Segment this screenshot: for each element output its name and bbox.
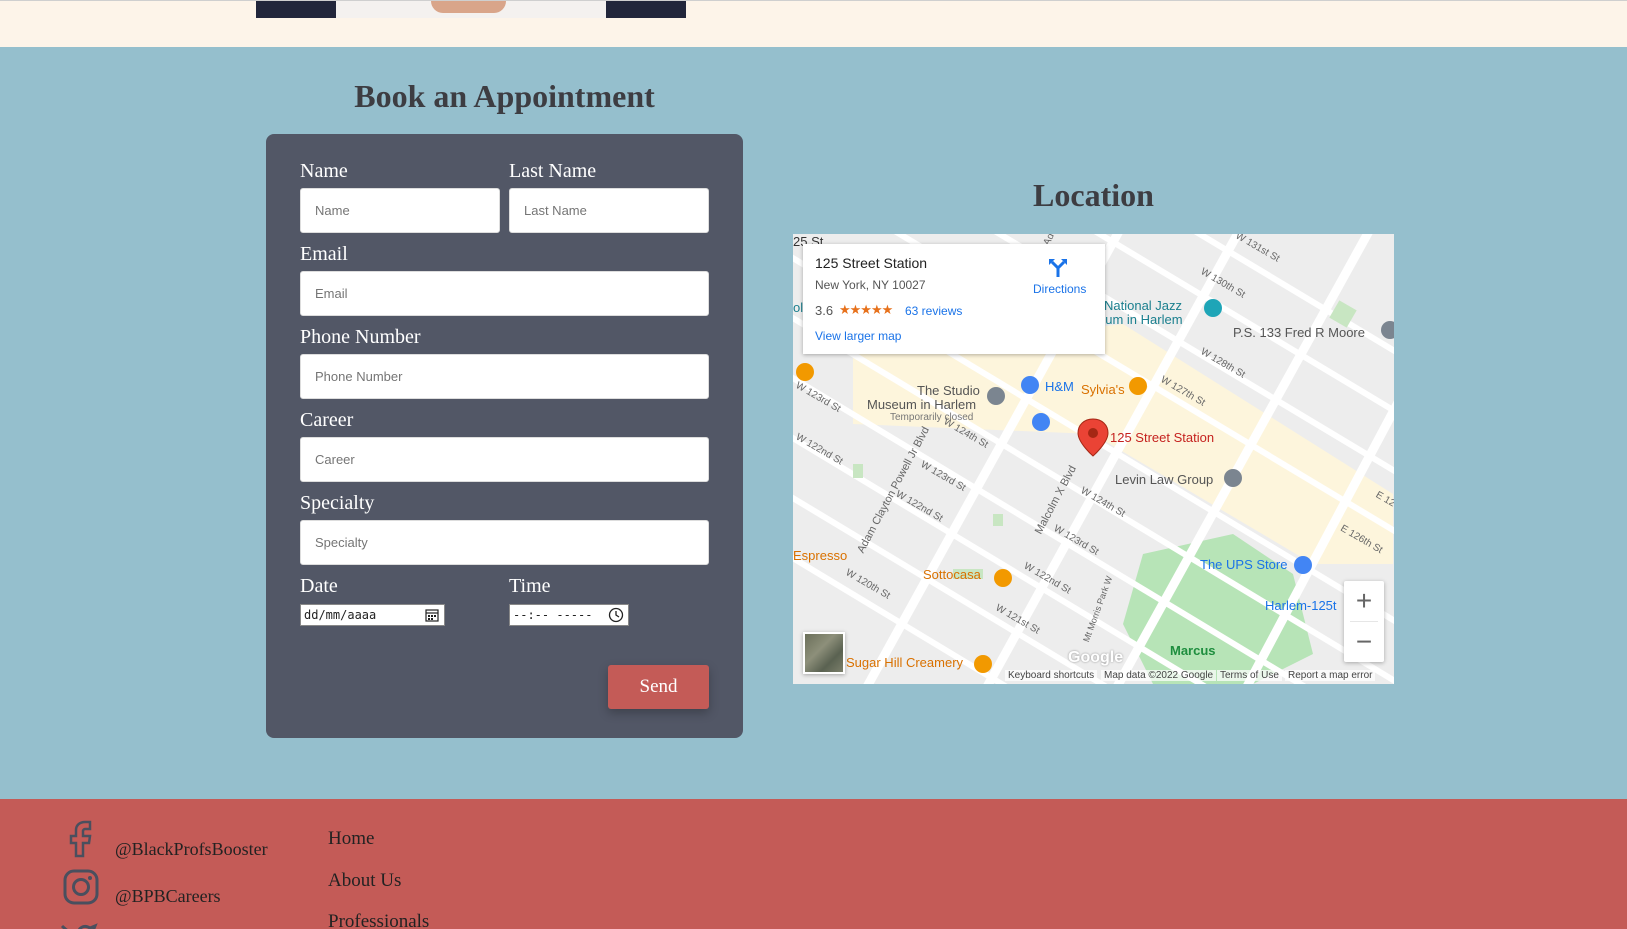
- instagram-icon[interactable]: [61, 867, 101, 907]
- map-label-temporarily-closed: Temporarily closed: [890, 412, 974, 423]
- google-logo: Google: [1068, 649, 1124, 666]
- report-error-link[interactable]: Report a map error: [1285, 670, 1376, 681]
- map-label-marcus: Marcus: [1170, 643, 1216, 658]
- specialty-label: Specialty: [300, 492, 375, 514]
- appointment-title: Book an Appointment: [354, 78, 655, 114]
- view-larger-map-link[interactable]: View larger map: [815, 329, 901, 343]
- place-rating: 3.6: [815, 303, 834, 318]
- career-input[interactable]: Career: [300, 437, 709, 482]
- map-label-station[interactable]: 125 Street Station: [1110, 430, 1214, 445]
- map-label-studio-museum: Museum in Harlem: [867, 397, 977, 412]
- map-label-levin: Levin Law Group: [1115, 472, 1214, 487]
- google-map[interactable]: 25 St ol National Jazz eum in Harlem P.S…: [793, 234, 1394, 684]
- top-band: [0, 0, 1627, 47]
- footer-link-professionals[interactable]: Professionals: [328, 911, 429, 929]
- zoom-controls: + −: [1344, 581, 1384, 662]
- specialty-input[interactable]: Specialty: [300, 520, 709, 565]
- rating-stars-icon: ★★★★★: [839, 302, 893, 317]
- facebook-handle[interactable]: @BlackProfsBooster: [115, 839, 268, 860]
- map-label-harlem125: Harlem-125t: [1265, 598, 1337, 613]
- terms-link[interactable]: Terms of Use: [1217, 670, 1282, 681]
- date-input[interactable]: dd/mm/aaaa: [300, 604, 445, 626]
- directions-link[interactable]: Directions: [1033, 282, 1086, 296]
- last-name-input[interactable]: Last Name: [509, 188, 709, 233]
- time-value: --:-- -----: [513, 608, 593, 622]
- map-label-sylvias: Sylvia's: [1081, 382, 1125, 397]
- email-input[interactable]: Email: [300, 271, 709, 316]
- place-info-card: 125 Street Station New York, NY 10027 3.…: [803, 244, 1105, 354]
- name-input[interactable]: Name: [300, 188, 500, 233]
- footer-link-home[interactable]: Home: [328, 828, 374, 850]
- reviews-link[interactable]: 63 reviews: [905, 304, 962, 318]
- footer-link-about[interactable]: About Us: [328, 870, 401, 892]
- profile-photo: [256, 1, 686, 18]
- email-label: Email: [300, 243, 348, 265]
- zoom-in-button[interactable]: +: [1344, 581, 1384, 621]
- date-value: dd/mm/aaaa: [304, 608, 377, 622]
- map-label-hm: H&M: [1045, 379, 1074, 394]
- map-attribution: Keyboard shortcuts Map data ©2022 Google…: [793, 668, 1394, 684]
- map-label-ps133: P.S. 133 Fred R Moore: [1233, 325, 1365, 340]
- facebook-icon[interactable]: [61, 818, 101, 858]
- last-name-label: Last Name: [509, 160, 597, 182]
- phone-input[interactable]: Phone Number: [300, 354, 709, 399]
- footer: @BlackProfsBooster @BPBCareers Home Abou…: [0, 799, 1627, 929]
- map-label-espresso: Espresso: [793, 548, 848, 563]
- time-label: Time: [509, 575, 551, 597]
- map-data: Map data ©2022 Google: [1101, 670, 1217, 681]
- map-label-studio: The Studio: [917, 383, 980, 398]
- map-label-ol: ol: [793, 300, 804, 315]
- map-label-museum-harlem: eum in Harlem: [1098, 312, 1183, 327]
- place-address: New York, NY 10027: [815, 278, 926, 292]
- keyboard-shortcuts-link[interactable]: Keyboard shortcuts: [1005, 670, 1098, 681]
- career-label: Career: [300, 409, 354, 431]
- clock-icon[interactable]: [608, 607, 624, 623]
- location-title: Location: [1033, 177, 1154, 213]
- phone-label: Phone Number: [300, 326, 421, 348]
- map-label-ups: The UPS Store: [1200, 557, 1288, 572]
- send-button[interactable]: Send: [608, 665, 709, 709]
- map-label-sottocasa: Sottocasa: [923, 567, 981, 582]
- map-label-national-jazz: National Jazz: [1104, 298, 1183, 313]
- instagram-handle[interactable]: @BPBCareers: [115, 886, 221, 907]
- time-input[interactable]: --:-- -----: [509, 604, 629, 626]
- twitter-icon[interactable]: [58, 916, 98, 929]
- place-name: 125 Street Station: [815, 255, 928, 271]
- zoom-out-button[interactable]: −: [1344, 622, 1384, 662]
- name-label: Name: [300, 160, 348, 182]
- calendar-icon[interactable]: [424, 607, 440, 623]
- date-label: Date: [300, 575, 338, 597]
- directions-icon[interactable]: [1047, 256, 1069, 278]
